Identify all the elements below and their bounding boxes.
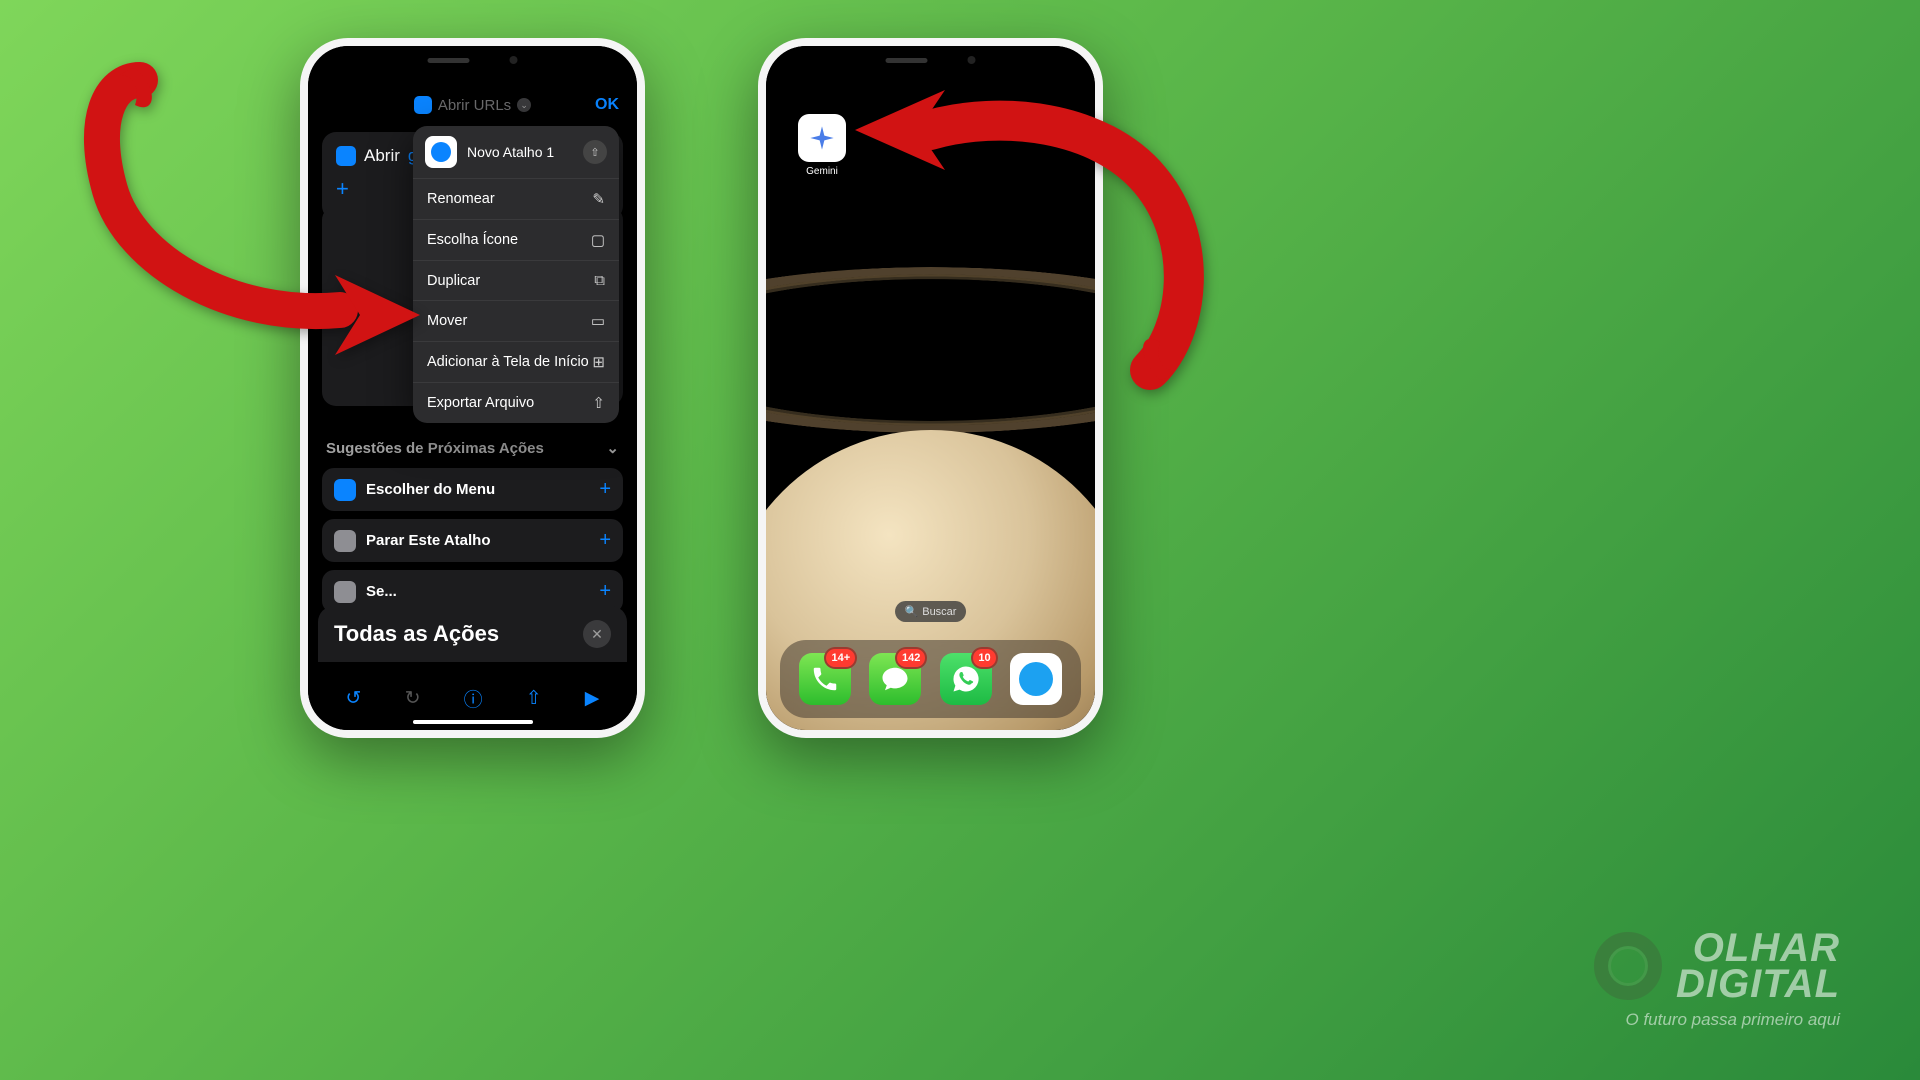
suggestion-item[interactable]: Escolher do Menu +	[322, 468, 623, 511]
brand-name-2: DIGITAL	[1676, 966, 1840, 1002]
menu-rename[interactable]: Renomear ✎	[413, 179, 619, 220]
safari-app[interactable]	[1010, 653, 1062, 705]
shortcut-name: Novo Atalho 1	[467, 144, 573, 160]
phone-app[interactable]: 14+	[799, 653, 851, 705]
menu-item-label: Adicionar à Tela de Início	[427, 354, 589, 370]
play-icon[interactable]: ▶	[585, 687, 600, 710]
menu-add-to-home[interactable]: Adicionar à Tela de Início ⊞	[413, 342, 619, 383]
search-label: Buscar	[922, 606, 956, 618]
shortcut-context-menu: Novo Atalho 1 ⇧ Renomear ✎ Escolha Ícone…	[413, 126, 619, 423]
ok-button[interactable]: OK	[595, 96, 619, 114]
messages-app[interactable]: 142	[869, 653, 921, 705]
home-indicator[interactable]	[413, 720, 533, 724]
share-icon[interactable]: ⇧	[526, 687, 542, 710]
duplicate-icon: ⧉	[594, 272, 605, 289]
arrow-indicator-right	[850, 70, 1210, 415]
menu-header: Novo Atalho 1 ⇧	[413, 126, 619, 179]
header-title[interactable]: Abrir URLs	[438, 97, 511, 114]
chevron-down-icon[interactable]: ⌄	[517, 98, 531, 112]
export-icon: ⇧	[592, 394, 605, 412]
folder-icon: ▭	[591, 312, 605, 330]
search-icon: 🔍	[905, 605, 919, 618]
suggestion-label: Parar Este Atalho	[366, 532, 589, 549]
brand-logo: OLHAR DIGITAL O futuro passa primeiro aq…	[1594, 930, 1840, 1030]
gemini-icon	[798, 114, 846, 162]
brand-name-1: OLHAR	[1676, 930, 1840, 966]
dock: 14+ 142 10	[780, 640, 1081, 718]
menu-duplicate[interactable]: Duplicar ⧉	[413, 261, 619, 301]
suggestions-list: Escolher do Menu + Parar Este Atalho + S…	[322, 468, 623, 621]
menu-choose-icon[interactable]: Escolha Ícone ▢	[413, 220, 619, 261]
add-to-home-icon: ⊞	[592, 353, 605, 371]
brand-tagline: O futuro passa primeiro aqui	[1594, 1010, 1840, 1030]
add-button[interactable]: +	[599, 529, 611, 552]
menu-item-label: Exportar Arquivo	[427, 395, 534, 411]
menu-item-label: Escolha Ícone	[427, 232, 518, 248]
whatsapp-app[interactable]: 10	[940, 653, 992, 705]
editor-toolbar: ↺ ↻ ⓘ ⇧ ▶	[308, 685, 637, 712]
add-button[interactable]: +	[599, 580, 611, 603]
redo-icon: ↻	[405, 687, 421, 710]
add-button[interactable]: +	[599, 478, 611, 501]
suggestions-header[interactable]: Sugestões de Próximas Ações ⌄	[326, 439, 619, 457]
all-actions-sheet[interactable]: Todas as Ações ✕	[318, 606, 627, 662]
logo-mark	[1594, 932, 1662, 1000]
badge: 142	[895, 647, 927, 669]
app-label: Gemini	[796, 166, 848, 177]
suggestion-label: Escolher do Menu	[366, 481, 589, 498]
badge: 10	[971, 647, 997, 669]
spotlight-search[interactable]: 🔍 Buscar	[895, 601, 967, 622]
all-actions-title: Todas as Ações	[334, 621, 499, 647]
info-icon[interactable]: ⓘ	[464, 685, 483, 712]
undo-icon[interactable]: ↺	[346, 687, 362, 710]
chevron-down-icon: ⌄	[606, 439, 619, 457]
menu-export-file[interactable]: Exportar Arquivo ⇧	[413, 383, 619, 423]
badge: 14+	[824, 647, 857, 669]
menu-icon	[334, 479, 356, 501]
suggestion-label: Se...	[366, 583, 589, 600]
pencil-icon: ✎	[592, 190, 605, 208]
arrow-indicator-left	[80, 60, 440, 395]
menu-move[interactable]: Mover ▭	[413, 301, 619, 342]
suggestion-item[interactable]: Parar Este Atalho +	[322, 519, 623, 562]
share-icon[interactable]: ⇧	[583, 140, 607, 164]
if-icon	[334, 581, 356, 603]
gemini-shortcut-icon[interactable]: Gemini	[796, 114, 848, 177]
close-icon[interactable]: ✕	[583, 620, 611, 648]
stop-icon	[334, 530, 356, 552]
suggestions-title: Sugestões de Próximas Ações	[326, 440, 544, 457]
image-icon: ▢	[591, 231, 605, 249]
